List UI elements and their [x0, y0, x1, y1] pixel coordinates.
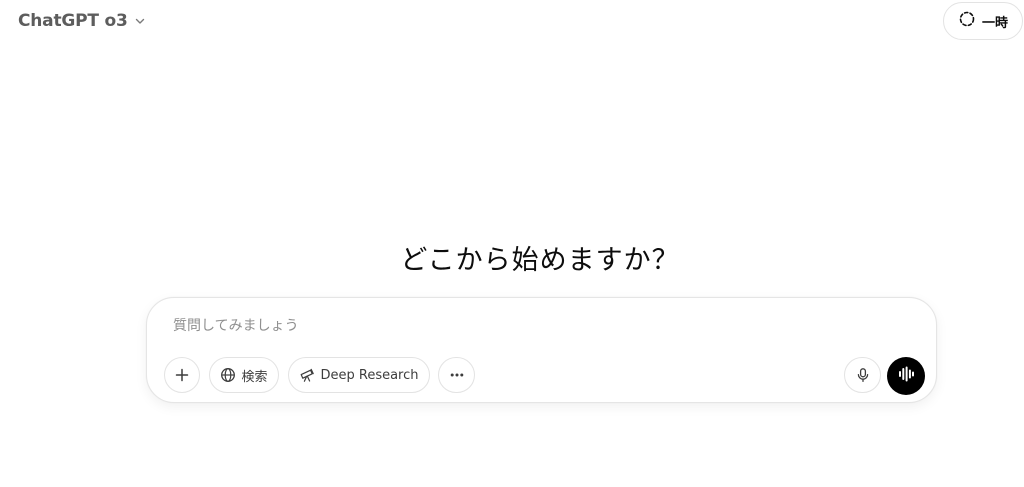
microphone-icon: [855, 367, 871, 383]
telescope-icon: [299, 367, 315, 383]
deep-research-button[interactable]: Deep Research: [288, 357, 430, 393]
temporary-chat-button[interactable]: 一時: [943, 2, 1023, 40]
voice-waveform-icon: [896, 364, 916, 388]
chevron-down-icon: [134, 15, 146, 27]
dashed-circle-icon: [958, 10, 976, 32]
composer: 検索 Deep Research: [146, 297, 937, 403]
page-headline: どこから始めますか？: [400, 245, 680, 276]
model-switcher-button[interactable]: ChatGPT o3: [12, 6, 152, 36]
add-attachment-button[interactable]: [164, 357, 200, 393]
ellipsis-icon: [449, 367, 465, 383]
search-button-label: 検索: [241, 369, 268, 385]
more-tools-button[interactable]: [438, 357, 475, 393]
model-name: ChatGPT o3: [18, 11, 128, 31]
plus-icon: [174, 367, 190, 383]
dictate-button[interactable]: [844, 357, 881, 393]
search-button[interactable]: 検索: [209, 357, 279, 393]
deep-research-button-label: Deep Research: [320, 367, 419, 383]
prompt-input[interactable]: [173, 315, 773, 337]
voice-mode-button[interactable]: [887, 357, 925, 395]
globe-icon: [220, 367, 236, 383]
temporary-chat-label: 一時: [981, 15, 1008, 31]
top-bar: ChatGPT o3 一時: [0, 0, 1024, 42]
